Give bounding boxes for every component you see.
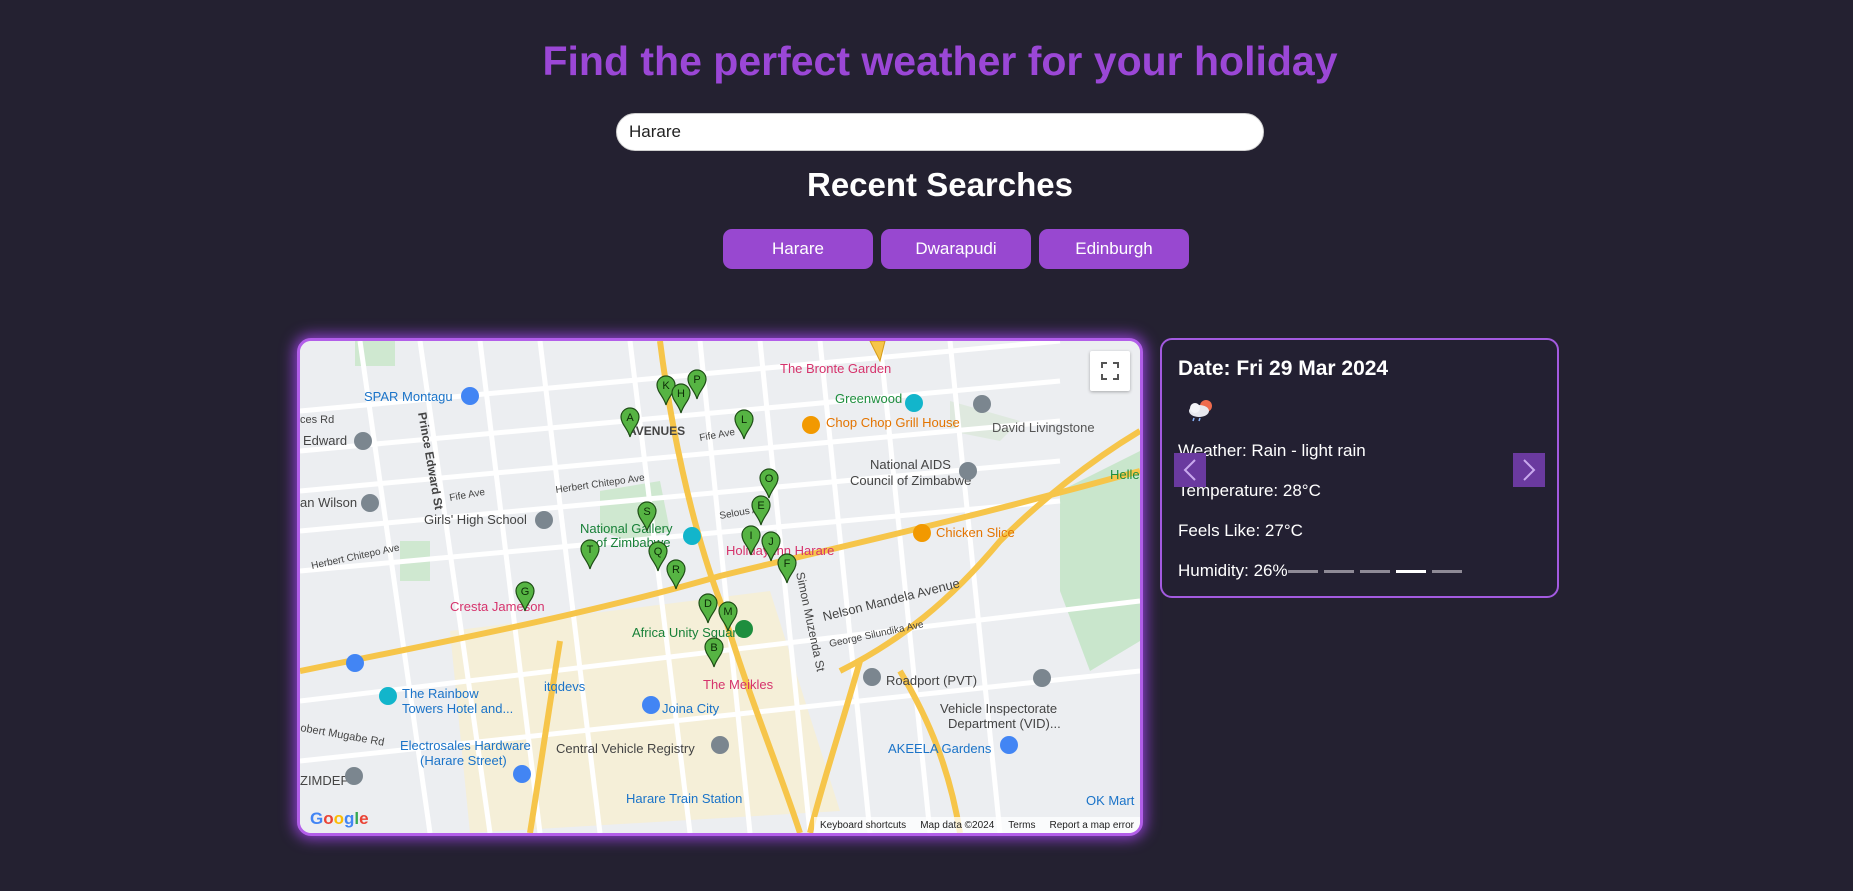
weather-humidity: Humidity: 26% bbox=[1178, 561, 1288, 580]
carousel-dot[interactable] bbox=[1324, 570, 1354, 573]
map-label: National AIDS bbox=[870, 457, 951, 472]
marker-label: P bbox=[693, 374, 700, 386]
marker-label: S bbox=[643, 506, 650, 518]
map-label: Council of Zimbabwe bbox=[850, 473, 971, 488]
marker-label: H bbox=[677, 388, 685, 400]
map-label: Vehicle Inspectorate bbox=[940, 701, 1057, 716]
fullscreen-icon bbox=[1101, 362, 1119, 380]
map[interactable]: The Bronte Garden SPAR Montagu Greenwood… bbox=[297, 338, 1143, 836]
carousel-dot[interactable] bbox=[1288, 570, 1318, 573]
marker-label: G bbox=[521, 586, 530, 598]
map-label: Department (VID)... bbox=[948, 716, 1061, 731]
weather-date: Date: Fri 29 Mar 2024 bbox=[1178, 357, 1389, 380]
marker-label: E bbox=[757, 500, 764, 512]
chevron-right-icon bbox=[1523, 459, 1536, 481]
map-label: Chicken Slice bbox=[936, 525, 1015, 540]
marker-label: D bbox=[704, 598, 712, 610]
map-label: SPAR Montagu bbox=[364, 389, 453, 404]
marker-label: J bbox=[768, 536, 774, 548]
map-canvas[interactable]: The Bronte Garden SPAR Montagu Greenwood… bbox=[300, 341, 1140, 833]
map-label: OK Mart bbox=[1086, 793, 1135, 808]
marker-label: B bbox=[710, 642, 717, 654]
report-error-link[interactable]: Report a map error bbox=[1050, 820, 1134, 831]
map-label: itqdevs bbox=[544, 679, 586, 694]
marker-label: T bbox=[587, 544, 594, 556]
terms-link[interactable]: Terms bbox=[1008, 820, 1035, 831]
map-data-text: Map data ©2024 bbox=[920, 819, 995, 831]
map-label: ces Rd bbox=[300, 414, 334, 426]
map-label: Chop Chop Grill House bbox=[826, 415, 960, 430]
map-label: Girls' High School bbox=[424, 512, 527, 527]
map-label: AVENUES bbox=[628, 424, 685, 438]
map-label: Roadport (PVT) bbox=[886, 673, 977, 688]
map-label: The Meikles bbox=[703, 677, 774, 692]
page-title: Find the perfect weather for your holida… bbox=[542, 38, 1338, 84]
map-label: AKEELA Gardens bbox=[888, 741, 992, 756]
weather-description: Weather: Rain - light rain bbox=[1178, 441, 1366, 460]
google-logo: Google bbox=[310, 809, 369, 828]
carousel-dot[interactable] bbox=[1396, 570, 1426, 573]
marker-label: L bbox=[741, 414, 747, 426]
map-label: (Harare Street) bbox=[420, 753, 507, 768]
map-label: an Wilson bbox=[300, 495, 357, 510]
recent-search-button[interactable]: Harare bbox=[723, 229, 873, 269]
map-label: David Livingstone bbox=[992, 420, 1095, 435]
marker-label: Q bbox=[654, 546, 663, 558]
map-label: Central Vehicle Registry bbox=[556, 741, 695, 756]
map-label: Towers Hotel and... bbox=[402, 701, 513, 716]
map-label: Greenwood bbox=[835, 391, 902, 406]
weather-feels-like: Feels Like: 27°C bbox=[1178, 521, 1303, 540]
carousel-prev-button[interactable] bbox=[1174, 453, 1206, 487]
recent-searches-title: Recent Searches bbox=[807, 166, 1073, 203]
marker-label: K bbox=[662, 380, 670, 392]
chevron-left-icon bbox=[1183, 459, 1196, 481]
marker-label: M bbox=[723, 606, 732, 618]
map-label: Electrosales Hardware bbox=[400, 738, 531, 753]
map-label: The Bronte Garden bbox=[780, 361, 891, 376]
map-attribution: Keyboard shortcuts Map data ©2024 Terms … bbox=[814, 817, 1140, 833]
carousel-indicators bbox=[1288, 570, 1462, 573]
weather-card: Date: Fri 29 Mar 2024 Weather: Rain - li… bbox=[1160, 338, 1559, 598]
map-label: Holiday Inn Harare bbox=[726, 543, 834, 558]
marker-label: I bbox=[749, 530, 752, 542]
carousel-next-button[interactable] bbox=[1513, 453, 1545, 487]
fullscreen-button[interactable] bbox=[1090, 351, 1130, 391]
map-label: Edward bbox=[303, 433, 347, 448]
map-label: Joina City bbox=[662, 701, 720, 716]
search-input[interactable] bbox=[616, 113, 1264, 151]
map-label: Helle bbox=[1110, 467, 1140, 482]
marker-label: R bbox=[672, 564, 680, 576]
map-label: National Gallery bbox=[580, 521, 673, 536]
marker-label: A bbox=[626, 412, 634, 424]
map-label: Harare Train Station bbox=[626, 791, 742, 806]
marker-label: O bbox=[765, 473, 774, 485]
marker-label: F bbox=[784, 558, 791, 570]
recent-search-button[interactable]: Dwarapudi bbox=[881, 229, 1031, 269]
carousel-dot[interactable] bbox=[1432, 570, 1462, 573]
map-label: The Rainbow bbox=[402, 686, 479, 701]
recent-search-button[interactable]: Edinburgh bbox=[1039, 229, 1189, 269]
map-label: ZIMDEF bbox=[300, 773, 348, 788]
carousel-dot[interactable] bbox=[1360, 570, 1390, 573]
keyboard-shortcuts-link[interactable]: Keyboard shortcuts bbox=[820, 820, 906, 831]
rain-cloud-sun-icon bbox=[1186, 398, 1216, 427]
